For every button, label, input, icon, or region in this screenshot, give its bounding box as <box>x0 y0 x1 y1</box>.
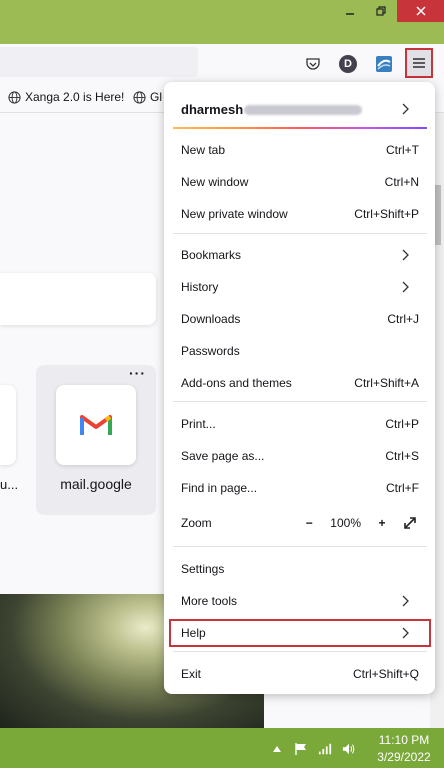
open-application-menu-button[interactable] <box>405 48 433 78</box>
menu-item-label: New private window <box>181 207 288 221</box>
menu-item-shortcut: Ctrl+S <box>385 449 419 463</box>
menu-item-settings[interactable]: Settings <box>173 556 427 582</box>
menu-item-shortcut: Ctrl+J <box>387 312 419 326</box>
account-name: dharmesh <box>181 101 244 117</box>
clock-time: 11:10 PM <box>378 733 430 747</box>
top-site-more-button[interactable]: ··· <box>129 365 146 381</box>
menu-item-shortcut: Ctrl+Shift+P <box>354 207 419 221</box>
chevron-right-icon <box>402 595 409 607</box>
avatar-letter: D <box>339 55 357 73</box>
menu-separator <box>173 546 427 547</box>
menu-item-shortcut: Ctrl+P <box>385 417 419 431</box>
menu-item-label: Print... <box>181 417 216 431</box>
menu-item-label: Downloads <box>181 312 241 326</box>
extension-icon[interactable] <box>373 53 395 75</box>
menu-item-new-window[interactable]: New window Ctrl+N <box>173 169 427 195</box>
menu-item-label: Help <box>181 626 206 640</box>
flag-icon[interactable] <box>294 742 308 756</box>
menu-item-zoom: Zoom − 100% + <box>173 510 427 536</box>
gmail-icon <box>80 415 112 435</box>
minimize-icon <box>346 13 354 15</box>
zoom-in-button[interactable]: + <box>375 516 389 530</box>
menu-item-shortcut: Ctrl+N <box>384 175 419 189</box>
menu-item-history[interactable]: History <box>173 274 427 300</box>
menu-item-label: New window <box>181 175 249 189</box>
hamburger-menu-icon <box>413 58 425 68</box>
zoom-level[interactable]: 100% <box>330 516 361 530</box>
pocket-icon[interactable] <box>302 53 324 75</box>
fullscreen-icon[interactable] <box>403 516 417 530</box>
close-button[interactable] <box>397 0 444 22</box>
menu-separator <box>173 233 427 234</box>
taskbar-clock[interactable]: 11:10 PM 3/29/2022 <box>368 732 440 766</box>
menu-item-downloads[interactable]: Downloads Ctrl+J <box>173 306 427 332</box>
menu-item-label: History <box>181 280 219 294</box>
menu-item-more-tools[interactable]: More tools <box>173 588 427 614</box>
menu-item-exit[interactable]: Exit Ctrl+Shift+Q <box>173 661 427 687</box>
account-avatar-icon[interactable]: D <box>337 53 359 75</box>
chevron-right-icon <box>402 281 409 293</box>
menu-item-passwords[interactable]: Passwords <box>173 338 427 364</box>
top-site-card[interactable] <box>56 385 136 465</box>
clock-date: 3/29/2022 <box>377 750 431 764</box>
menu-item-label: Find in page... <box>181 481 258 495</box>
chevron-right-icon <box>402 249 409 261</box>
menu-item-find-in-page[interactable]: Find in page... Ctrl+F <box>173 475 427 501</box>
redacted-email <box>244 105 363 116</box>
menu-item-label: New tab <box>181 143 226 157</box>
menu-item-label: Add-ons and themes <box>181 376 292 390</box>
menu-item-new-private-window[interactable]: New private window Ctrl+Shift+P <box>173 201 427 227</box>
menu-item-label: Exit <box>181 667 202 681</box>
zoom-out-button[interactable]: − <box>302 516 316 530</box>
menu-item-save-page-as[interactable]: Save page as... Ctrl+S <box>173 443 427 469</box>
top-site-tile[interactable] <box>0 385 16 465</box>
menu-item-bookmarks[interactable]: Bookmarks <box>173 242 427 268</box>
restore-icon <box>376 6 386 16</box>
bookmark-item[interactable]: Xanga 2.0 is Here! <box>8 90 124 104</box>
menu-item-addons-and-themes[interactable]: Add-ons and themes Ctrl+Shift+A <box>173 370 427 396</box>
bookmark-label: Gl <box>150 90 162 104</box>
menu-item-shortcut: Ctrl+F <box>386 481 419 495</box>
globe-icon <box>8 90 21 104</box>
bookmark-item[interactable]: Gl <box>133 90 162 104</box>
close-icon <box>415 6 426 16</box>
menu-item-label: More tools <box>181 594 238 608</box>
menu-item-shortcut: Ctrl+Shift+A <box>354 376 419 390</box>
account-gradient-divider <box>173 127 427 129</box>
chevron-right-icon <box>402 103 409 115</box>
globe-icon <box>133 90 146 104</box>
top-site-label: mail.google <box>60 476 132 492</box>
top-site-label: u... <box>0 477 19 492</box>
menu-item-print[interactable]: Print... Ctrl+P <box>173 411 427 437</box>
menu-item-new-tab[interactable]: New tab Ctrl+T <box>173 137 427 163</box>
menu-item-shortcut: Ctrl+Shift+Q <box>352 667 419 681</box>
show-hidden-icons[interactable] <box>270 742 284 756</box>
address-bar[interactable] <box>0 47 198 77</box>
menu-item-label: Bookmarks <box>181 248 242 262</box>
restore-button[interactable] <box>366 0 396 22</box>
new-tab-search-box[interactable] <box>0 273 156 325</box>
network-icon[interactable] <box>318 742 332 756</box>
menu-item-label: Passwords <box>181 344 240 358</box>
menu-separator <box>173 401 427 402</box>
bookmark-label: Xanga 2.0 is Here! <box>25 90 125 104</box>
volume-icon[interactable] <box>342 742 356 756</box>
menu-item-help[interactable]: Help <box>173 620 427 646</box>
account-menu-item[interactable]: dharmesh <box>173 92 427 126</box>
menu-item-label: Zoom <box>181 516 212 530</box>
menu-item-label: Save page as... <box>181 449 265 463</box>
minimize-button[interactable] <box>335 0 365 22</box>
chevron-right-icon <box>402 627 409 639</box>
menu-item-label: Settings <box>181 562 225 576</box>
menu-separator <box>173 651 427 652</box>
menu-item-shortcut: Ctrl+T <box>386 143 419 157</box>
